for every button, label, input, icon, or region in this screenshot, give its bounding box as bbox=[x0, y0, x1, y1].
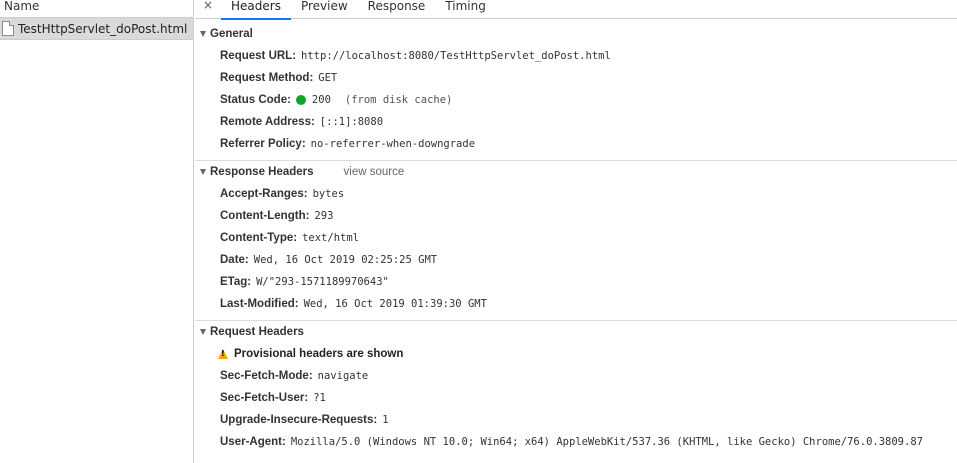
referrer-policy-key: Referrer Policy: bbox=[220, 138, 306, 150]
document-icon bbox=[2, 21, 14, 36]
header-value: Mozilla/5.0 (Windows NT 10.0; Win64; x64… bbox=[290, 436, 923, 448]
header-value: 1 bbox=[382, 414, 389, 426]
header-value: ?1 bbox=[313, 392, 326, 404]
header-key: Date: bbox=[220, 254, 249, 266]
header-row: Content-Length: 293 bbox=[195, 205, 957, 227]
header-key: Content-Type: bbox=[220, 232, 298, 244]
header-key: Upgrade-Insecure-Requests: bbox=[220, 414, 378, 426]
request-list-pane: Name TestHttpServlet_doPost.html bbox=[0, 0, 194, 463]
header-row: Content-Type: text/html bbox=[195, 227, 957, 249]
header-row: Accept-Ranges: bytes bbox=[195, 183, 957, 205]
request-row[interactable]: TestHttpServlet_doPost.html bbox=[0, 18, 193, 40]
header-row: Date: Wed, 16 Oct 2019 02:25:25 GMT bbox=[195, 249, 957, 271]
triangle-down-icon bbox=[200, 169, 206, 175]
header-row: Sec-Fetch-User: ?1 bbox=[195, 387, 957, 409]
header-key: ETag: bbox=[220, 276, 252, 288]
status-code-key: Status Code: bbox=[220, 94, 291, 106]
header-row: User-Agent: Mozilla/5.0 (Windows NT 10.0… bbox=[195, 431, 957, 453]
header-value: Wed, 16 Oct 2019 01:39:30 GMT bbox=[303, 298, 487, 310]
status-code-row: Status Code: 200 (from disk cache) bbox=[195, 89, 957, 111]
header-key: Accept-Ranges: bbox=[220, 188, 308, 200]
detail-tabbar: × Headers Preview Response Timing bbox=[195, 0, 957, 20]
referrer-policy-row: Referrer Policy: no-referrer-when-downgr… bbox=[195, 133, 957, 155]
response-headers-section: Response Headers view source Accept-Rang… bbox=[195, 161, 957, 321]
header-value: text/html bbox=[302, 232, 359, 244]
request-url-key: Request URL: bbox=[220, 50, 297, 62]
header-row: Sec-Fetch-Mode: navigate bbox=[195, 365, 957, 387]
tab-headers[interactable]: Headers bbox=[221, 0, 291, 20]
remote-address-value: [::1]:8080 bbox=[319, 116, 384, 128]
header-value: Wed, 16 Oct 2019 02:25:25 GMT bbox=[253, 254, 438, 266]
header-row: Last-Modified: Wed, 16 Oct 2019 01:39:30… bbox=[195, 293, 957, 315]
request-headers-section: Request Headers Provisional headers are … bbox=[195, 321, 957, 458]
header-row: Upgrade-Insecure-Requests: 1 bbox=[195, 409, 957, 431]
request-url-row: Request URL: http://localhost:8080/TestH… bbox=[195, 45, 957, 67]
header-value: 293 bbox=[314, 210, 334, 222]
response-headers-title: Response Headers bbox=[210, 166, 314, 178]
close-icon[interactable]: × bbox=[195, 0, 221, 11]
general-section: General Request URL: http://localhost:80… bbox=[195, 19, 957, 161]
tab-preview[interactable]: Preview bbox=[291, 0, 358, 19]
header-value: bytes bbox=[312, 188, 345, 200]
status-note: (from disk cache) bbox=[344, 94, 453, 106]
referrer-policy-value: no-referrer-when-downgrade bbox=[310, 138, 476, 150]
header-key: Content-Length: bbox=[220, 210, 310, 222]
header-key: User-Agent: bbox=[220, 436, 286, 448]
tab-response[interactable]: Response bbox=[358, 0, 436, 19]
request-method-key: Request Method: bbox=[220, 72, 314, 84]
header-key: Sec-Fetch-User: bbox=[220, 392, 309, 404]
general-section-header[interactable]: General bbox=[195, 23, 957, 45]
warning-icon bbox=[218, 349, 228, 359]
view-source-link[interactable]: view source bbox=[344, 166, 405, 178]
request-headers-section-header[interactable]: Request Headers bbox=[195, 321, 957, 343]
remote-address-row: Remote Address: [::1]:8080 bbox=[195, 111, 957, 133]
request-headers-title: Request Headers bbox=[210, 326, 304, 338]
header-key: Last-Modified: bbox=[220, 298, 299, 310]
header-row: ETag: W/"293-1571189970643" bbox=[195, 271, 957, 293]
header-value: W/"293-1571189970643" bbox=[256, 276, 389, 288]
status-code-value: 200 bbox=[311, 94, 331, 106]
remote-address-key: Remote Address: bbox=[220, 116, 315, 128]
response-headers-section-header[interactable]: Response Headers view source bbox=[195, 161, 957, 183]
tab-timing[interactable]: Timing bbox=[435, 0, 496, 19]
request-method-row: Request Method: GET bbox=[195, 67, 957, 89]
status-ok-icon bbox=[295, 95, 306, 105]
request-detail-pane: × Headers Preview Response Timing Genera… bbox=[195, 0, 957, 463]
request-method-value: GET bbox=[318, 72, 338, 84]
general-title: General bbox=[210, 28, 253, 40]
header-key: Sec-Fetch-Mode: bbox=[220, 370, 313, 382]
header-value: navigate bbox=[317, 370, 369, 382]
name-column-header[interactable]: Name bbox=[0, 0, 193, 18]
warning-text: Provisional headers are shown bbox=[234, 348, 404, 360]
triangle-down-icon bbox=[200, 31, 206, 37]
triangle-down-icon bbox=[200, 329, 206, 335]
request-url-value: http://localhost:8080/TestHttpServlet_do… bbox=[301, 50, 611, 62]
request-name: TestHttpServlet_doPost.html bbox=[18, 21, 188, 36]
provisional-warning: Provisional headers are shown bbox=[195, 343, 957, 365]
